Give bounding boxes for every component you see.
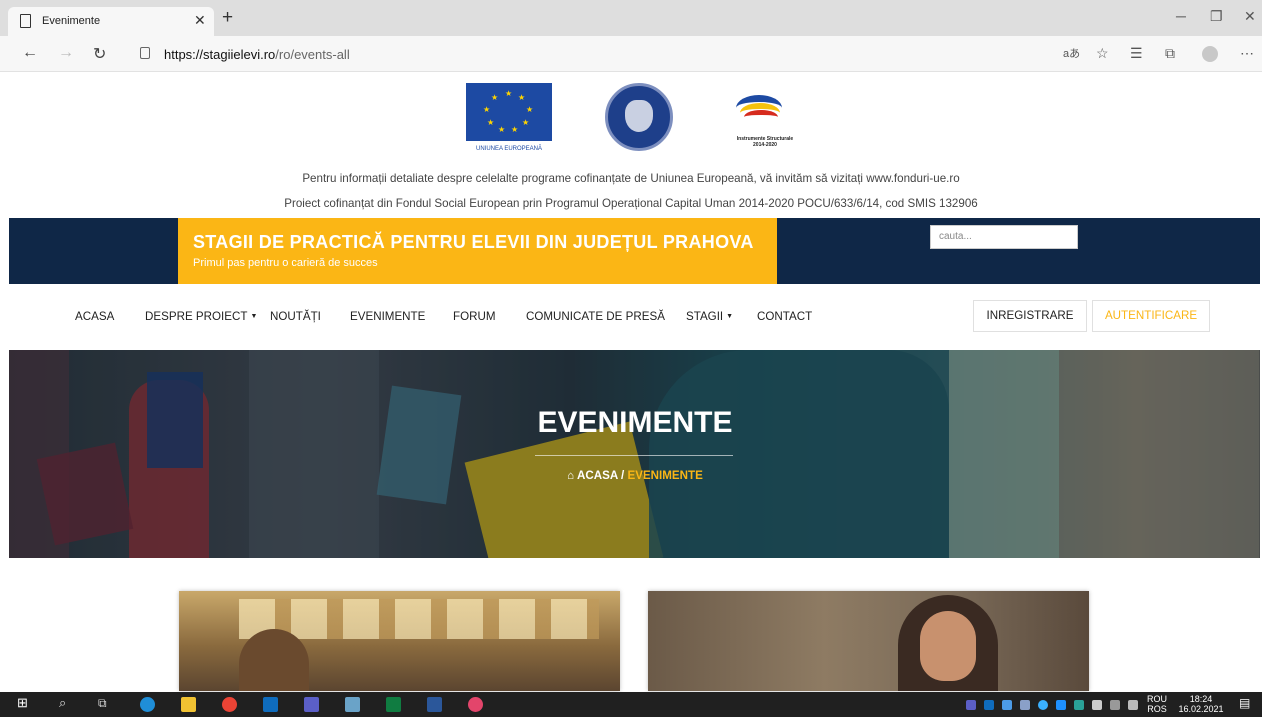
- tray-outlook-icon[interactable]: [984, 700, 994, 710]
- language-indicator[interactable]: ROU ROS: [1144, 694, 1170, 714]
- structural-instruments-logo: [728, 81, 792, 129]
- structural-caption: Instrumente Structurale 2014-2020: [736, 136, 794, 148]
- close-window-icon[interactable]: ✕: [1244, 8, 1256, 25]
- app-drop-icon[interactable]: [468, 697, 483, 712]
- site-subtitle: Primul pas pentru o carieră de succes: [193, 257, 378, 269]
- government-seal-logo: [605, 83, 673, 151]
- info-line-1: Pentru informații detaliate despre celel…: [302, 172, 960, 185]
- chrome-icon[interactable]: [222, 697, 237, 712]
- forward-icon[interactable]: →: [58, 44, 74, 62]
- title-divider: [535, 455, 733, 456]
- hero-image: [9, 350, 1260, 558]
- tray-security-icon[interactable]: [1074, 700, 1084, 710]
- page-title: EVENIMENTE: [537, 406, 733, 439]
- nav-evenimente[interactable]: EVENIMENTE: [350, 310, 425, 323]
- start-icon[interactable]: ⊞: [17, 695, 32, 710]
- breadcrumb-home[interactable]: ACASA: [577, 469, 618, 482]
- lock-icon: [140, 47, 150, 59]
- url-bar[interactable]: https://stagiielevi.ro/ro/events-all: [128, 41, 1098, 67]
- breadcrumb: ⌂ ACASA / EVENIMENTE: [0, 469, 1262, 482]
- eu-flag-logo: ★ ★ ★ ★ ★ ★ ★ ★ ★: [466, 83, 552, 141]
- volume-icon[interactable]: [1128, 700, 1138, 710]
- tray-app-icon[interactable]: [1020, 700, 1030, 710]
- onedrive-icon[interactable]: [1038, 700, 1048, 710]
- word-icon[interactable]: [427, 697, 442, 712]
- file-explorer-icon[interactable]: [181, 697, 196, 712]
- new-tab-icon[interactable]: +: [222, 8, 233, 27]
- register-button[interactable]: INREGISTRARE: [973, 300, 1087, 332]
- task-view-icon[interactable]: ⧉: [98, 696, 113, 711]
- eu-caption: UNIUNEA EUROPEANĂ: [475, 146, 542, 152]
- edge-icon[interactable]: [140, 697, 155, 712]
- address-toolbar: ← → ↻ https://stagiielevi.ro/ro/events-a…: [0, 36, 1262, 72]
- nav-despre-proiect[interactable]: DESPRE PROIECT ▼: [145, 310, 257, 323]
- outlook-icon[interactable]: [263, 697, 278, 712]
- event-card-2[interactable]: [648, 591, 1089, 691]
- bluetooth-icon[interactable]: [1056, 700, 1066, 710]
- app-icon[interactable]: [345, 697, 360, 712]
- search-icon[interactable]: ⌕: [59, 695, 74, 710]
- favorite-add-icon[interactable]: ☆: [1096, 45, 1109, 62]
- favorites-icon[interactable]: ☰: [1130, 45, 1143, 62]
- notifications-icon[interactable]: ▤: [1239, 696, 1254, 711]
- page-icon: [20, 14, 31, 28]
- login-button[interactable]: AUTENTIFICARE: [1092, 300, 1210, 332]
- read-aloud-icon[interactable]: aあ: [1063, 45, 1080, 61]
- tab-title: Evenimente: [42, 15, 101, 27]
- info-line-2: Proiect cofinanțat din Fondul Social Eur…: [284, 197, 978, 210]
- nav-noutati[interactable]: NOUTĂȚI: [270, 310, 321, 323]
- excel-icon[interactable]: [386, 697, 401, 712]
- url-text: https://stagiielevi.ro/ro/events-all: [164, 47, 350, 62]
- caret-down-icon: ▼: [726, 313, 734, 320]
- battery-icon[interactable]: [1092, 700, 1102, 710]
- breadcrumb-separator: /: [621, 469, 625, 482]
- breadcrumb-current: EVENIMENTE: [627, 469, 703, 482]
- maximize-icon[interactable]: ❐: [1210, 8, 1223, 25]
- profile-icon[interactable]: [1202, 46, 1218, 62]
- logos-strip: ★ ★ ★ ★ ★ ★ ★ ★ ★ UNIUNEA EUROPEANĂ: [0, 73, 1262, 173]
- more-icon[interactable]: ⋯: [1240, 45, 1254, 62]
- browser-tab[interactable]: Evenimente ✕: [8, 7, 214, 36]
- close-tab-icon[interactable]: ✕: [194, 12, 206, 29]
- nav-stagii[interactable]: STAGII ▼: [686, 310, 733, 323]
- site-title[interactable]: STAGII DE PRACTICĂ PENTRU ELEVII DIN JUD…: [193, 232, 754, 253]
- nav-forum[interactable]: FORUM: [453, 310, 496, 323]
- nav-contact[interactable]: CONTACT: [757, 310, 812, 323]
- back-icon[interactable]: ←: [22, 44, 38, 62]
- tray-teams-icon[interactable]: [966, 700, 976, 710]
- browser-tab-strip: Evenimente ✕ + ─ ❐ ✕: [0, 0, 1262, 36]
- search-input[interactable]: cauta...: [930, 225, 1078, 249]
- caret-down-icon: ▼: [250, 313, 258, 320]
- event-card-1[interactable]: [179, 591, 620, 691]
- home-icon: ⌂: [567, 469, 575, 482]
- windows-taskbar: ⊞ ⌕ ⧉ ROU ROS 18:24 16.02.2021 ▤: [0, 692, 1262, 717]
- minimize-icon[interactable]: ─: [1176, 8, 1186, 24]
- tray-mail-icon[interactable]: [1002, 700, 1012, 710]
- refresh-icon[interactable]: ↻: [93, 44, 106, 64]
- nav-acasa[interactable]: ACASA: [75, 310, 114, 323]
- teams-icon[interactable]: [304, 697, 319, 712]
- nav-comunicate[interactable]: COMUNICATE DE PRESĂ: [526, 310, 665, 323]
- clock[interactable]: 18:24 16.02.2021: [1174, 694, 1228, 714]
- wifi-icon[interactable]: [1110, 700, 1120, 710]
- collections-icon[interactable]: ⧉: [1165, 45, 1175, 62]
